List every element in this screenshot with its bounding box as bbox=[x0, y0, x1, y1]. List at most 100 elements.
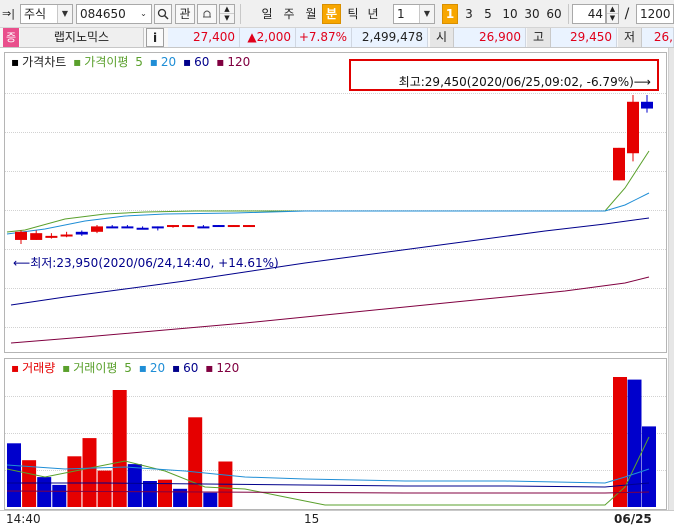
candle-body bbox=[613, 147, 625, 181]
alarm-button[interactable] bbox=[197, 4, 217, 24]
interest-button[interactable]: 관 bbox=[175, 4, 195, 24]
volume-bar bbox=[7, 443, 21, 507]
interval-10-button[interactable]: 10 bbox=[500, 4, 520, 24]
candle-body bbox=[212, 225, 225, 228]
stock-name: 랩지노믹스 bbox=[20, 28, 144, 47]
open-label: 시 bbox=[430, 28, 454, 47]
volume-bars-group bbox=[7, 377, 656, 507]
period-month[interactable]: 월 bbox=[302, 4, 320, 24]
candle-body bbox=[106, 226, 119, 229]
stock-spinner[interactable]: ▲ ▼ bbox=[219, 4, 235, 24]
ma120-line bbox=[10, 276, 650, 344]
xaxis-label-start: 14:40 bbox=[6, 512, 41, 526]
total-count-input[interactable]: 1200 bbox=[636, 4, 674, 24]
volume-plot bbox=[6, 377, 656, 507]
chevron-down-icon[interactable]: ⌄ bbox=[136, 5, 151, 23]
candle-body bbox=[151, 226, 164, 229]
interval-30-button[interactable]: 30 bbox=[522, 4, 542, 24]
candle-body bbox=[15, 231, 27, 240]
volume-bar bbox=[203, 492, 218, 507]
stock-code-value: 084650 bbox=[80, 7, 126, 21]
volume-bar bbox=[127, 464, 142, 507]
volume-bar bbox=[642, 426, 656, 507]
candle-body bbox=[641, 101, 653, 109]
low-label: 저 bbox=[618, 28, 642, 47]
candle-body bbox=[627, 101, 639, 154]
chevron-down-icon[interactable]: ▼ bbox=[57, 5, 72, 23]
volume-bar bbox=[112, 390, 127, 507]
volume-bar bbox=[142, 481, 157, 507]
chart-scrollbar[interactable] bbox=[668, 48, 674, 510]
candle-body bbox=[45, 235, 58, 238]
candle-body bbox=[30, 233, 43, 240]
interval-3-button[interactable]: 3 bbox=[462, 4, 476, 24]
candle-body bbox=[75, 231, 88, 235]
market-select-value: 주식 bbox=[24, 7, 47, 21]
interval-select-value: 1 bbox=[397, 7, 405, 21]
ma5-line bbox=[6, 150, 650, 233]
interval-60-button[interactable]: 60 bbox=[544, 4, 564, 24]
spinner-down-icon[interactable]: ▼ bbox=[607, 14, 618, 23]
chart-toolbar: ⇒| 주식 ▼ 084650 ⌄ 관 ▲ ▼ 일 주 월 분 틱 년 1 ▼ 1 bbox=[0, 0, 674, 28]
volume-bar bbox=[627, 379, 642, 507]
info-button[interactable]: i bbox=[146, 28, 164, 47]
order-arrow-icon[interactable]: ⇒| bbox=[2, 4, 20, 24]
candle-body bbox=[167, 225, 179, 228]
volume-bar bbox=[37, 477, 52, 507]
xaxis-label-mid: 15 bbox=[304, 512, 320, 526]
volume-bar bbox=[82, 438, 97, 507]
spinner-up-icon[interactable]: ▲ bbox=[607, 5, 618, 14]
period-week[interactable]: 주 bbox=[280, 4, 298, 24]
time-axis: 14:40 15 06/25 bbox=[0, 510, 674, 526]
volume-bar bbox=[97, 470, 112, 507]
trade-volume: 2,499,478 bbox=[352, 28, 428, 47]
market-select[interactable]: 주식 ▼ bbox=[20, 4, 73, 24]
price-chart-panel[interactable]: ▪ 가격차트 ▪ 가격이평 5 ▪ 20 ▪ 60 ▪ 120 최고:29,450(202… bbox=[4, 52, 667, 353]
price-change: ▲2,000 bbox=[240, 28, 296, 47]
search-button[interactable] bbox=[154, 4, 172, 24]
count-separator: / bbox=[624, 6, 630, 22]
chevron-down-icon[interactable]: ▼ bbox=[419, 5, 434, 23]
high-price: 29,450 bbox=[551, 28, 617, 47]
spinner-up-icon[interactable]: ▲ bbox=[220, 5, 234, 14]
ma20-line bbox=[6, 192, 650, 235]
period-minute[interactable]: 분 bbox=[322, 4, 341, 24]
candle-body bbox=[243, 225, 255, 228]
candle-body bbox=[182, 225, 195, 228]
current-price: 27,400 bbox=[168, 28, 240, 47]
spinner-down-icon[interactable]: ▼ bbox=[220, 14, 234, 23]
volume-bar bbox=[188, 417, 203, 507]
toolbar-divider bbox=[240, 4, 241, 24]
price-plot bbox=[6, 95, 653, 344]
change-rate: +7.87% bbox=[296, 28, 352, 47]
hts-chart-window: ⇒| 주식 ▼ 084650 ⌄ 관 ▲ ▼ 일 주 월 분 틱 년 1 ▼ 1 bbox=[0, 0, 674, 526]
low-price: 26, bbox=[642, 28, 674, 47]
period-day[interactable]: 일 bbox=[258, 4, 276, 24]
display-count-input[interactable]: 44 bbox=[572, 4, 606, 24]
interval-select[interactable]: 1 ▼ bbox=[393, 4, 435, 24]
candle-body bbox=[60, 234, 73, 237]
high-label: 고 bbox=[527, 28, 551, 47]
xaxis-label-end: 06/25 bbox=[614, 512, 652, 526]
candles-group bbox=[15, 95, 653, 244]
candle-body bbox=[91, 226, 103, 232]
period-tick[interactable]: 틱 bbox=[344, 4, 362, 24]
period-year[interactable]: 년 bbox=[364, 4, 382, 24]
search-icon bbox=[157, 8, 169, 20]
quote-strip: 증 랩지노믹스 i 27,400 ▲2,000 +7.87% 2,499,478… bbox=[0, 28, 674, 48]
candle-body bbox=[227, 225, 240, 228]
candle-body bbox=[136, 227, 149, 230]
stock-code-input[interactable]: 084650 ⌄ bbox=[76, 4, 152, 24]
volume-chart-panel[interactable]: ▪ 거래량 ▪ 거래이평 5 ▪ 20 ▪ 60 ▪ 120 bbox=[4, 358, 667, 510]
candle-body bbox=[197, 226, 210, 229]
candle-body bbox=[121, 226, 134, 229]
interval-1-button[interactable]: 1 bbox=[442, 4, 458, 24]
volume-bar bbox=[67, 456, 82, 507]
interval-5-button[interactable]: 5 bbox=[481, 4, 495, 24]
volume-bar bbox=[52, 484, 67, 507]
count-spinner[interactable]: ▲ ▼ bbox=[606, 4, 619, 24]
stock-type-badge: 증 bbox=[3, 28, 19, 47]
bell-icon bbox=[203, 10, 211, 18]
toolbar-divider bbox=[568, 4, 569, 24]
open-price: 26,900 bbox=[454, 28, 526, 47]
